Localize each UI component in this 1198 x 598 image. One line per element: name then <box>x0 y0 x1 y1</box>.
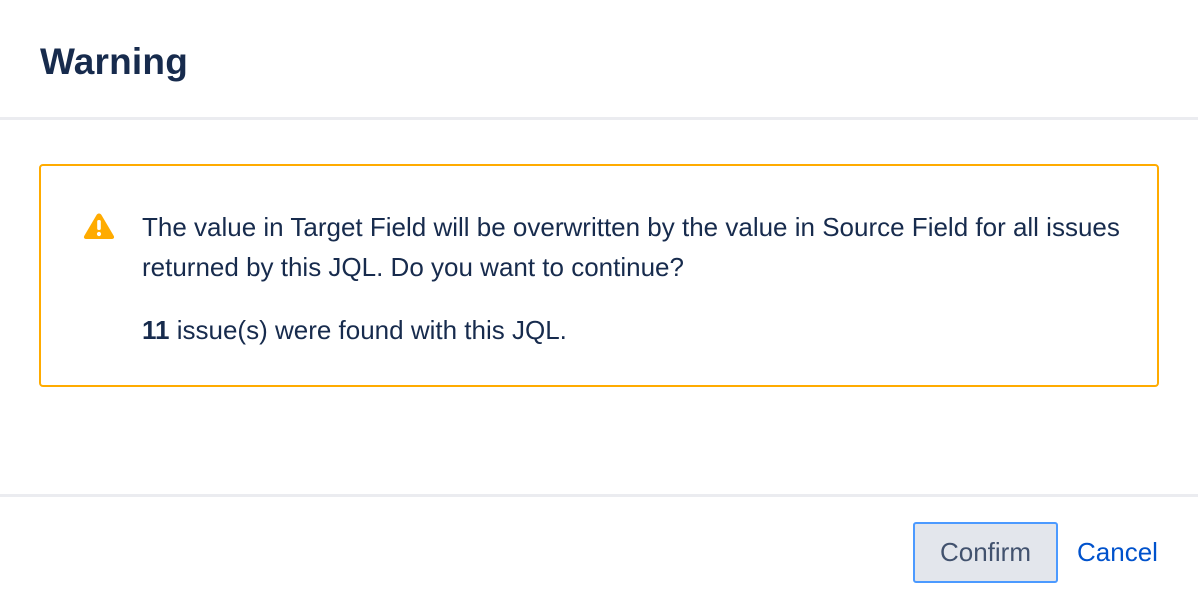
warning-dialog: Warning The value in Target Field will b… <box>0 0 1198 598</box>
cancel-link[interactable]: Cancel <box>1077 522 1158 583</box>
warning-message-box: The value in Target Field will be overwr… <box>39 164 1159 387</box>
confirm-button[interactable]: Confirm <box>913 522 1058 583</box>
dialog-header: Warning <box>0 0 1198 120</box>
issue-count-suffix: issue(s) were found with this JQL. <box>169 315 567 345</box>
issue-count-text: 11 issue(s) were found with this JQL. <box>142 310 567 350</box>
warning-icon <box>83 212 115 240</box>
issue-count: 11 <box>142 315 170 345</box>
warning-text: The value in Target Field will be overwr… <box>142 212 1120 282</box>
dialog-title: Warning <box>40 41 189 82</box>
dialog-footer: Confirm Cancel <box>0 494 1198 598</box>
